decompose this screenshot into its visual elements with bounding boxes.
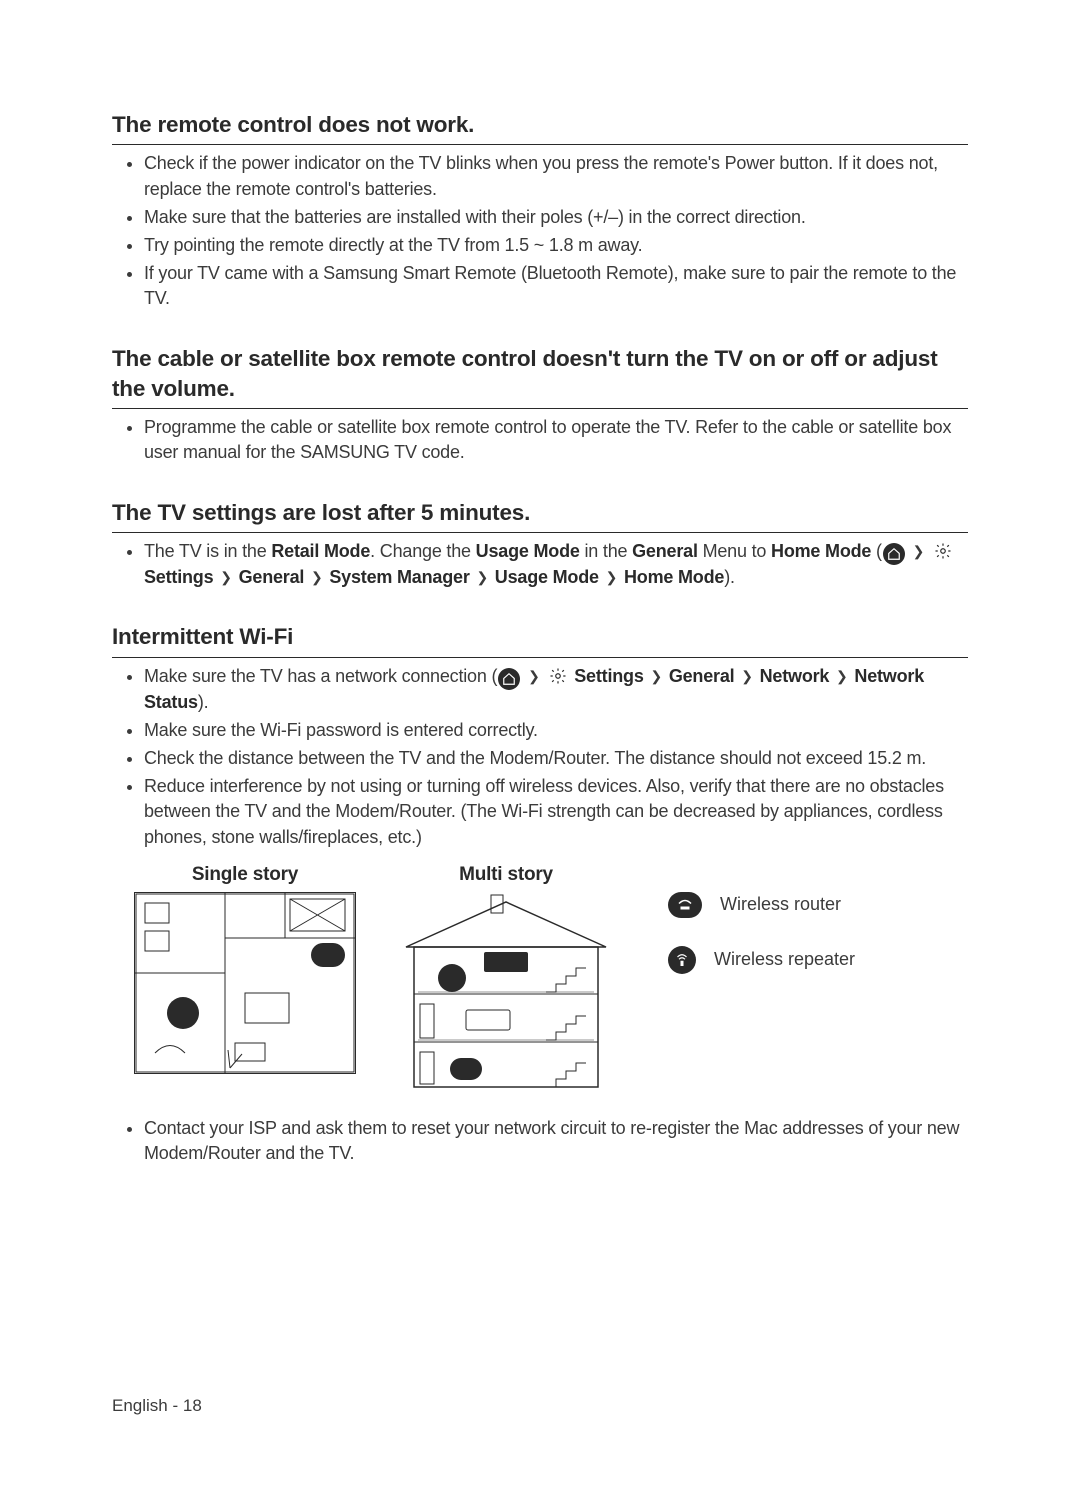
bullet-list: Contact your ISP and ask them to reset y… (112, 1116, 968, 1166)
chevron-right-icon: ❯ (218, 569, 234, 585)
text: The TV is in the (144, 541, 271, 561)
list-item: Try pointing the remote directly at the … (144, 233, 968, 258)
home-mode-label: Home Mode (624, 567, 724, 587)
settings-label: Settings (144, 567, 213, 587)
heading: Intermittent Wi-Fi (112, 622, 968, 657)
single-story-diagram: Single story (134, 864, 356, 1074)
chevron-right-icon: ❯ (309, 569, 325, 585)
general: General (632, 541, 698, 561)
heading: The TV settings are lost after 5 minutes… (112, 498, 968, 533)
system-manager-label: System Manager (329, 567, 469, 587)
legend-label: Wireless router (720, 894, 841, 915)
footer-page-number: 18 (183, 1396, 202, 1415)
home-mode: Home Mode (771, 541, 871, 561)
multistory-illustration (396, 892, 616, 1092)
section-settings-lost: The TV settings are lost after 5 minutes… (112, 498, 968, 591)
home-icon (498, 668, 520, 690)
gear-icon (548, 666, 568, 686)
chevron-right-icon: ❯ (648, 668, 664, 684)
text: . Change the (370, 541, 475, 561)
list-item: The TV is in the Retail Mode. Change the… (144, 539, 968, 590)
floorplan-illustration (134, 892, 356, 1074)
chevron-right-icon: ❯ (834, 668, 850, 684)
list-item: Check if the power indicator on the TV b… (144, 151, 968, 201)
heading: The cable or satellite box remote contro… (112, 344, 968, 410)
footer-language: English (112, 1396, 168, 1415)
chevron-right-icon: ❯ (739, 668, 755, 684)
list-item: Contact your ISP and ask them to reset y… (144, 1116, 968, 1166)
text: ( (871, 541, 882, 561)
settings-label: Settings (574, 666, 643, 686)
list-item: Programme the cable or satellite box rem… (144, 415, 968, 465)
usage-mode: Usage Mode (476, 541, 580, 561)
section-intermittent-wifi: Intermittent Wi-Fi Make sure the TV has … (112, 622, 968, 1166)
text: ). (198, 692, 209, 712)
bullet-list: Check if the power indicator on the TV b… (112, 151, 968, 311)
list-item: Reduce interference by not using or turn… (144, 774, 968, 850)
page-footer: English - 18 (112, 1396, 202, 1416)
chevron-right-icon: ❯ (604, 569, 620, 585)
legend-label: Wireless repeater (714, 949, 855, 970)
text: ). (724, 567, 735, 587)
legend-row-router: Wireless router (668, 892, 855, 918)
footer-sep: - (168, 1396, 183, 1415)
diagrams: Single story (134, 864, 968, 1092)
legend-row-repeater: Wireless repeater (668, 946, 855, 974)
bullet-list: Programme the cable or satellite box rem… (112, 415, 968, 465)
section-remote-not-work: The remote control does not work. Check … (112, 110, 968, 312)
gear-icon (933, 541, 953, 561)
general-label: General (239, 567, 305, 587)
general-label: General (669, 666, 735, 686)
list-item: Make sure the TV has a network connectio… (144, 664, 968, 715)
list-item: Check the distance between the TV and th… (144, 746, 968, 771)
retail-mode: Retail Mode (271, 541, 370, 561)
usage-mode-label: Usage Mode (495, 567, 599, 587)
text: Make sure the TV has a network connectio… (144, 666, 497, 686)
section-cable-box-remote: The cable or satellite box remote contro… (112, 344, 968, 466)
multi-story-diagram: Multi story (396, 864, 616, 1092)
diagram-title: Multi story (459, 864, 553, 886)
bullet-list: The TV is in the Retail Mode. Change the… (112, 539, 968, 590)
list-item: Make sure the Wi-Fi password is entered … (144, 718, 968, 743)
list-item: If your TV came with a Samsung Smart Rem… (144, 261, 968, 311)
text: Menu to (698, 541, 771, 561)
diagram-title: Single story (192, 864, 298, 886)
legend: Wireless router Wireless repeater (668, 864, 855, 974)
network-label: Network (760, 666, 830, 686)
chevron-right-icon: ❯ (911, 543, 927, 559)
bullet-list: Make sure the TV has a network connectio… (112, 664, 968, 850)
list-item: Make sure that the batteries are install… (144, 205, 968, 230)
repeater-icon (668, 946, 696, 974)
chevron-right-icon: ❯ (474, 569, 490, 585)
heading: The remote control does not work. (112, 110, 968, 145)
text: in the (580, 541, 632, 561)
router-icon (668, 892, 702, 918)
home-icon (883, 543, 905, 565)
chevron-right-icon: ❯ (526, 668, 542, 684)
